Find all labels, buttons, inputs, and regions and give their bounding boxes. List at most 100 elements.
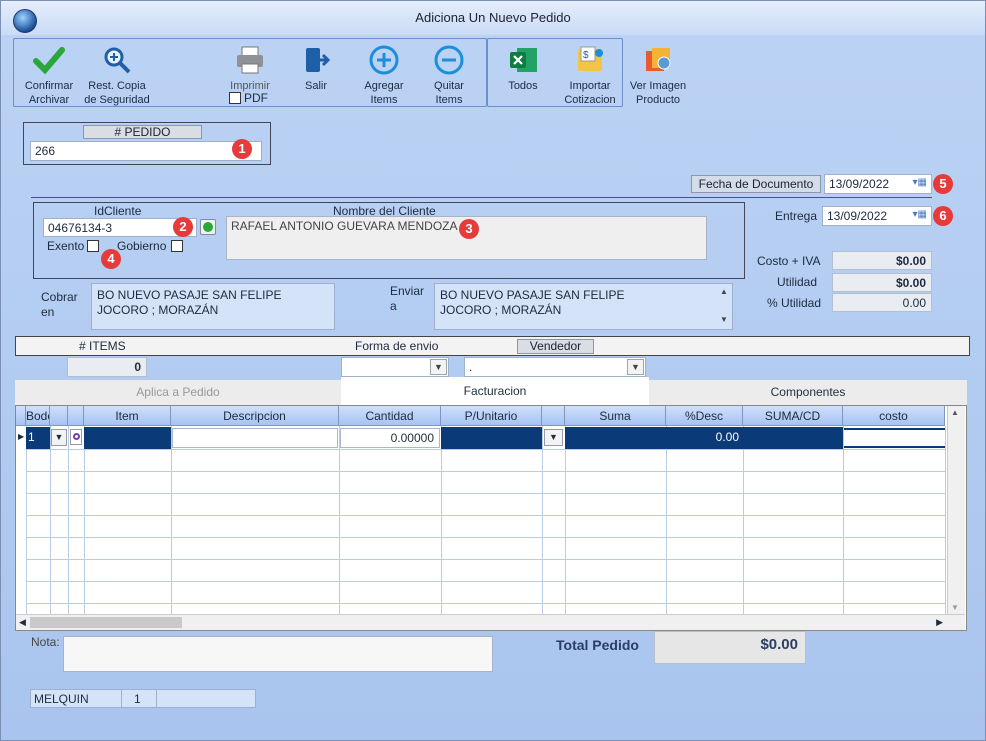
cell-suma[interactable] (565, 427, 666, 449)
chevron-down-icon[interactable]: ▼ (544, 429, 563, 446)
col-blank-3[interactable] (542, 406, 565, 426)
row-pointer-icon: ▶ (18, 432, 25, 441)
pdf-checkbox[interactable] (229, 92, 241, 104)
export-all-button[interactable]: Todos (495, 45, 551, 93)
shipping-scrollbar[interactable]: ▲ ▼ (717, 285, 731, 328)
cell-descripcion[interactable] (172, 428, 338, 448)
print-button[interactable]: Imprimir (221, 45, 279, 93)
chevron-down-icon[interactable]: ▼ (627, 359, 644, 375)
col-suma-cd[interactable]: SUMA/CD (743, 406, 843, 426)
add-items-button[interactable]: Agregar Items (353, 45, 415, 107)
grid-vertical-scrollbar[interactable]: ▲ ▼ (947, 406, 965, 614)
billing-address-field[interactable]: BO NUEVO PASAJE SAN FELIPE JOCORO ; MORA… (91, 283, 335, 330)
col-desc[interactable]: %Desc (666, 406, 743, 426)
seller-select[interactable]: . ▼ (464, 357, 646, 377)
status-bar: MELQUIN 1 (30, 689, 256, 708)
col-item[interactable]: Item (84, 406, 171, 426)
col-p-unitario[interactable]: P/Unitario (441, 406, 542, 426)
badge-5: 5 (933, 174, 953, 194)
title-bar: Adiciona Un Nuevo Pedido (1, 1, 985, 35)
col-costo[interactable]: costo (843, 406, 945, 426)
minus-circle-icon (434, 45, 464, 75)
order-number-field[interactable]: 266 (30, 141, 262, 161)
col-blank-1[interactable] (50, 406, 68, 426)
cost-value: $0.00 (832, 251, 932, 270)
col-bodega[interactable]: Bodega (26, 406, 50, 426)
status-session: 1 (134, 692, 141, 706)
scroll-thumb[interactable] (30, 617, 182, 628)
ship-method-label: Forma de envio (355, 339, 439, 353)
confirm-button[interactable]: Confirmar Archivar (15, 45, 83, 107)
cell-bodega[interactable]: 1 (26, 427, 50, 449)
chevron-down-icon[interactable]: ▼ (430, 359, 447, 375)
total-label: Total Pedido (556, 637, 639, 653)
order-header: # PEDIDO (83, 125, 202, 139)
scroll-right-icon[interactable]: ▶ (936, 617, 943, 628)
doc-date-picker[interactable]: 13/09/2022 ▾▦ (824, 174, 932, 194)
badge-1: 1 (232, 139, 252, 159)
magnifier-icon (104, 47, 131, 74)
col-descripcion[interactable]: Descripcion (171, 406, 339, 426)
separator (31, 197, 932, 198)
col-blank-2[interactable] (68, 406, 84, 426)
exit-button[interactable]: Salir (291, 45, 341, 93)
delivery-date-picker[interactable]: 13/09/2022 ▾▦ (822, 206, 932, 226)
quote-document-icon: $ (578, 46, 603, 71)
exit-door-icon (306, 48, 331, 72)
tab-componentes[interactable]: Componentes (649, 380, 967, 405)
utility-label: Utilidad (777, 275, 818, 289)
view-image-button[interactable]: Ver Imagen Producto (625, 45, 691, 107)
scroll-left-icon[interactable]: ◀ (19, 617, 26, 628)
doc-date-label: Fecha de Documento (691, 175, 821, 193)
import-quote-button[interactable]: $ Importar Cotizacion (559, 45, 621, 107)
excel-icon (510, 48, 537, 72)
main-window: Adiciona Un Nuevo Pedido Confirmar Archi… (0, 0, 986, 741)
tab-aplica-pedido[interactable]: Aplica a Pedido (15, 380, 341, 405)
government-label: Gobierno (117, 239, 167, 253)
remove-items-button[interactable]: Quitar Items (421, 45, 477, 107)
cell-p-unitario[interactable] (441, 427, 542, 449)
info-strip (15, 336, 970, 356)
delivery-label: Entrega (775, 209, 818, 223)
client-id-label: IdCliente (94, 204, 142, 218)
exempt-checkbox[interactable] (87, 240, 99, 252)
pct-utility-label: % Utilidad (767, 296, 822, 310)
items-count-label: # ITEMS (79, 339, 126, 353)
items-grid: Bodega Item Descripcion Cantidad P/Unita… (15, 405, 967, 631)
verify-check-icon[interactable] (200, 219, 216, 235)
restore-backup-button[interactable]: Rest. Copia de Seguridad (81, 45, 153, 107)
items-count-value: 0 (67, 357, 147, 377)
window-title: Adiciona Un Nuevo Pedido (415, 10, 571, 25)
col-suma[interactable]: Suma (565, 406, 666, 426)
checkmark-icon (33, 47, 65, 75)
chevron-down-icon[interactable]: ▼ (51, 429, 67, 446)
cell-costo[interactable] (844, 428, 945, 448)
shipping-address-field[interactable]: BO NUEVO PASAJE SAN FELIPE JOCORO ; MORA… (434, 283, 733, 330)
billing-label: Cobrar en (41, 290, 78, 319)
pdf-label: PDF (244, 91, 268, 105)
badge-2: 2 (173, 217, 193, 237)
shipping-label: Enviar a (390, 284, 425, 313)
cost-label: Costo + IVA (757, 254, 821, 268)
government-checkbox[interactable] (171, 240, 183, 252)
note-field[interactable] (63, 636, 493, 672)
printer-icon (237, 46, 263, 74)
grid-horizontal-scrollbar[interactable]: ◀ ▶ (16, 614, 965, 630)
col-cantidad[interactable]: Cantidad (339, 406, 441, 426)
calendar-icon[interactable]: ▾▦ (913, 209, 927, 220)
globe-icon (13, 9, 37, 33)
utility-value: $0.00 (832, 273, 932, 292)
scroll-down-icon[interactable]: ▼ (951, 603, 959, 612)
status-user: MELQUIN (34, 692, 89, 706)
cell-suma-cd[interactable] (743, 427, 843, 449)
ship-method-select[interactable]: ▼ (341, 357, 449, 377)
scroll-up-icon[interactable]: ▲ (951, 408, 959, 417)
svg-text:$: $ (583, 50, 589, 61)
cell-item[interactable] (84, 427, 171, 449)
tab-facturacion[interactable]: Facturacion (341, 377, 649, 406)
cell-cantidad[interactable]: 0.00000 (340, 428, 440, 448)
product-image-icon (646, 48, 671, 71)
cell-desc[interactable]: 0.00 (666, 427, 743, 449)
search-doc-icon[interactable] (70, 429, 82, 445)
calendar-icon[interactable]: ▾▦ (913, 177, 927, 188)
